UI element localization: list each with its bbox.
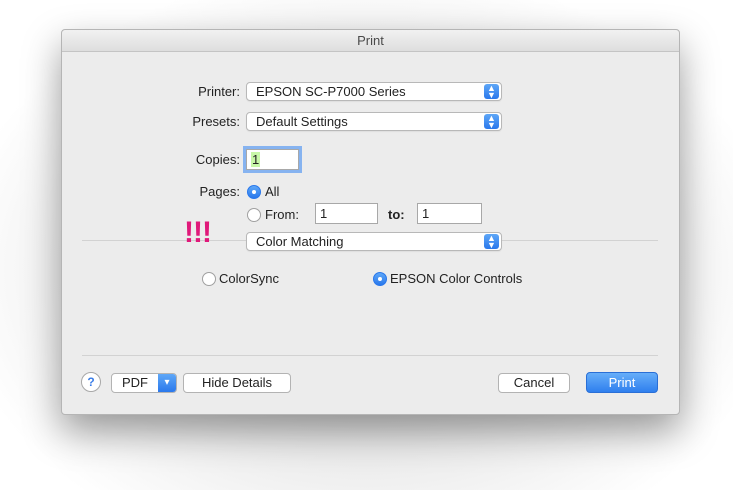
footer-separator [82, 355, 658, 356]
pdf-label: PDF [122, 375, 148, 390]
presets-value: Default Settings [256, 114, 348, 129]
pages-from-field[interactable]: 1 [315, 203, 378, 224]
presets-label: Presets: [192, 114, 240, 129]
pages-label: Pages: [199, 184, 240, 199]
pdf-menu-button[interactable]: PDF ▾ [111, 373, 177, 393]
copies-value: 1 [251, 152, 261, 167]
chevron-updown-icon: ▲ ▼ [484, 84, 499, 100]
chevron-down-icon: ▾ [158, 374, 176, 392]
window-title: Print [62, 30, 679, 52]
pages-to-value: 1 [422, 206, 430, 221]
pages-to-field[interactable]: 1 [417, 203, 482, 224]
printer-select[interactable]: EPSON SC-P7000 Series ▲ ▼ [246, 82, 502, 101]
annotation-exclamation: !!! [184, 216, 212, 249]
copies-label: Copies: [195, 152, 240, 167]
hide-details-button[interactable]: Hide Details [183, 373, 291, 393]
chevron-updown-icon: ▲ ▼ [484, 234, 499, 250]
printer-label: Printer: [198, 84, 240, 99]
epson-color-controls-label: EPSON Color Controls [390, 271, 523, 286]
pages-from-value: 1 [320, 206, 328, 221]
copies-field[interactable]: 1 [243, 146, 302, 173]
cancel-button[interactable]: Cancel [498, 373, 570, 393]
pages-all-label: All [265, 184, 280, 199]
pages-all-radio[interactable] [247, 185, 261, 199]
panel-select[interactable]: Color Matching ▲ ▼ [246, 232, 502, 251]
panel-select-value: Color Matching [256, 234, 344, 249]
colorsync-radio[interactable] [202, 272, 216, 286]
printer-value: EPSON SC-P7000 Series [256, 84, 406, 99]
print-button[interactable]: Print [586, 372, 658, 393]
presets-select[interactable]: Default Settings ▲ ▼ [246, 112, 502, 131]
epson-color-controls-radio[interactable] [373, 272, 387, 286]
help-button[interactable]: ? [81, 372, 101, 392]
pages-from-label: From: [265, 207, 299, 222]
chevron-updown-icon: ▲ ▼ [484, 114, 499, 130]
colorsync-label: ColorSync [219, 271, 279, 286]
print-dialog: Print Printer: EPSON SC-P7000 Series ▲ ▼ … [61, 29, 680, 415]
pages-to-label: to: [388, 207, 405, 222]
pages-range-radio[interactable] [247, 208, 261, 222]
